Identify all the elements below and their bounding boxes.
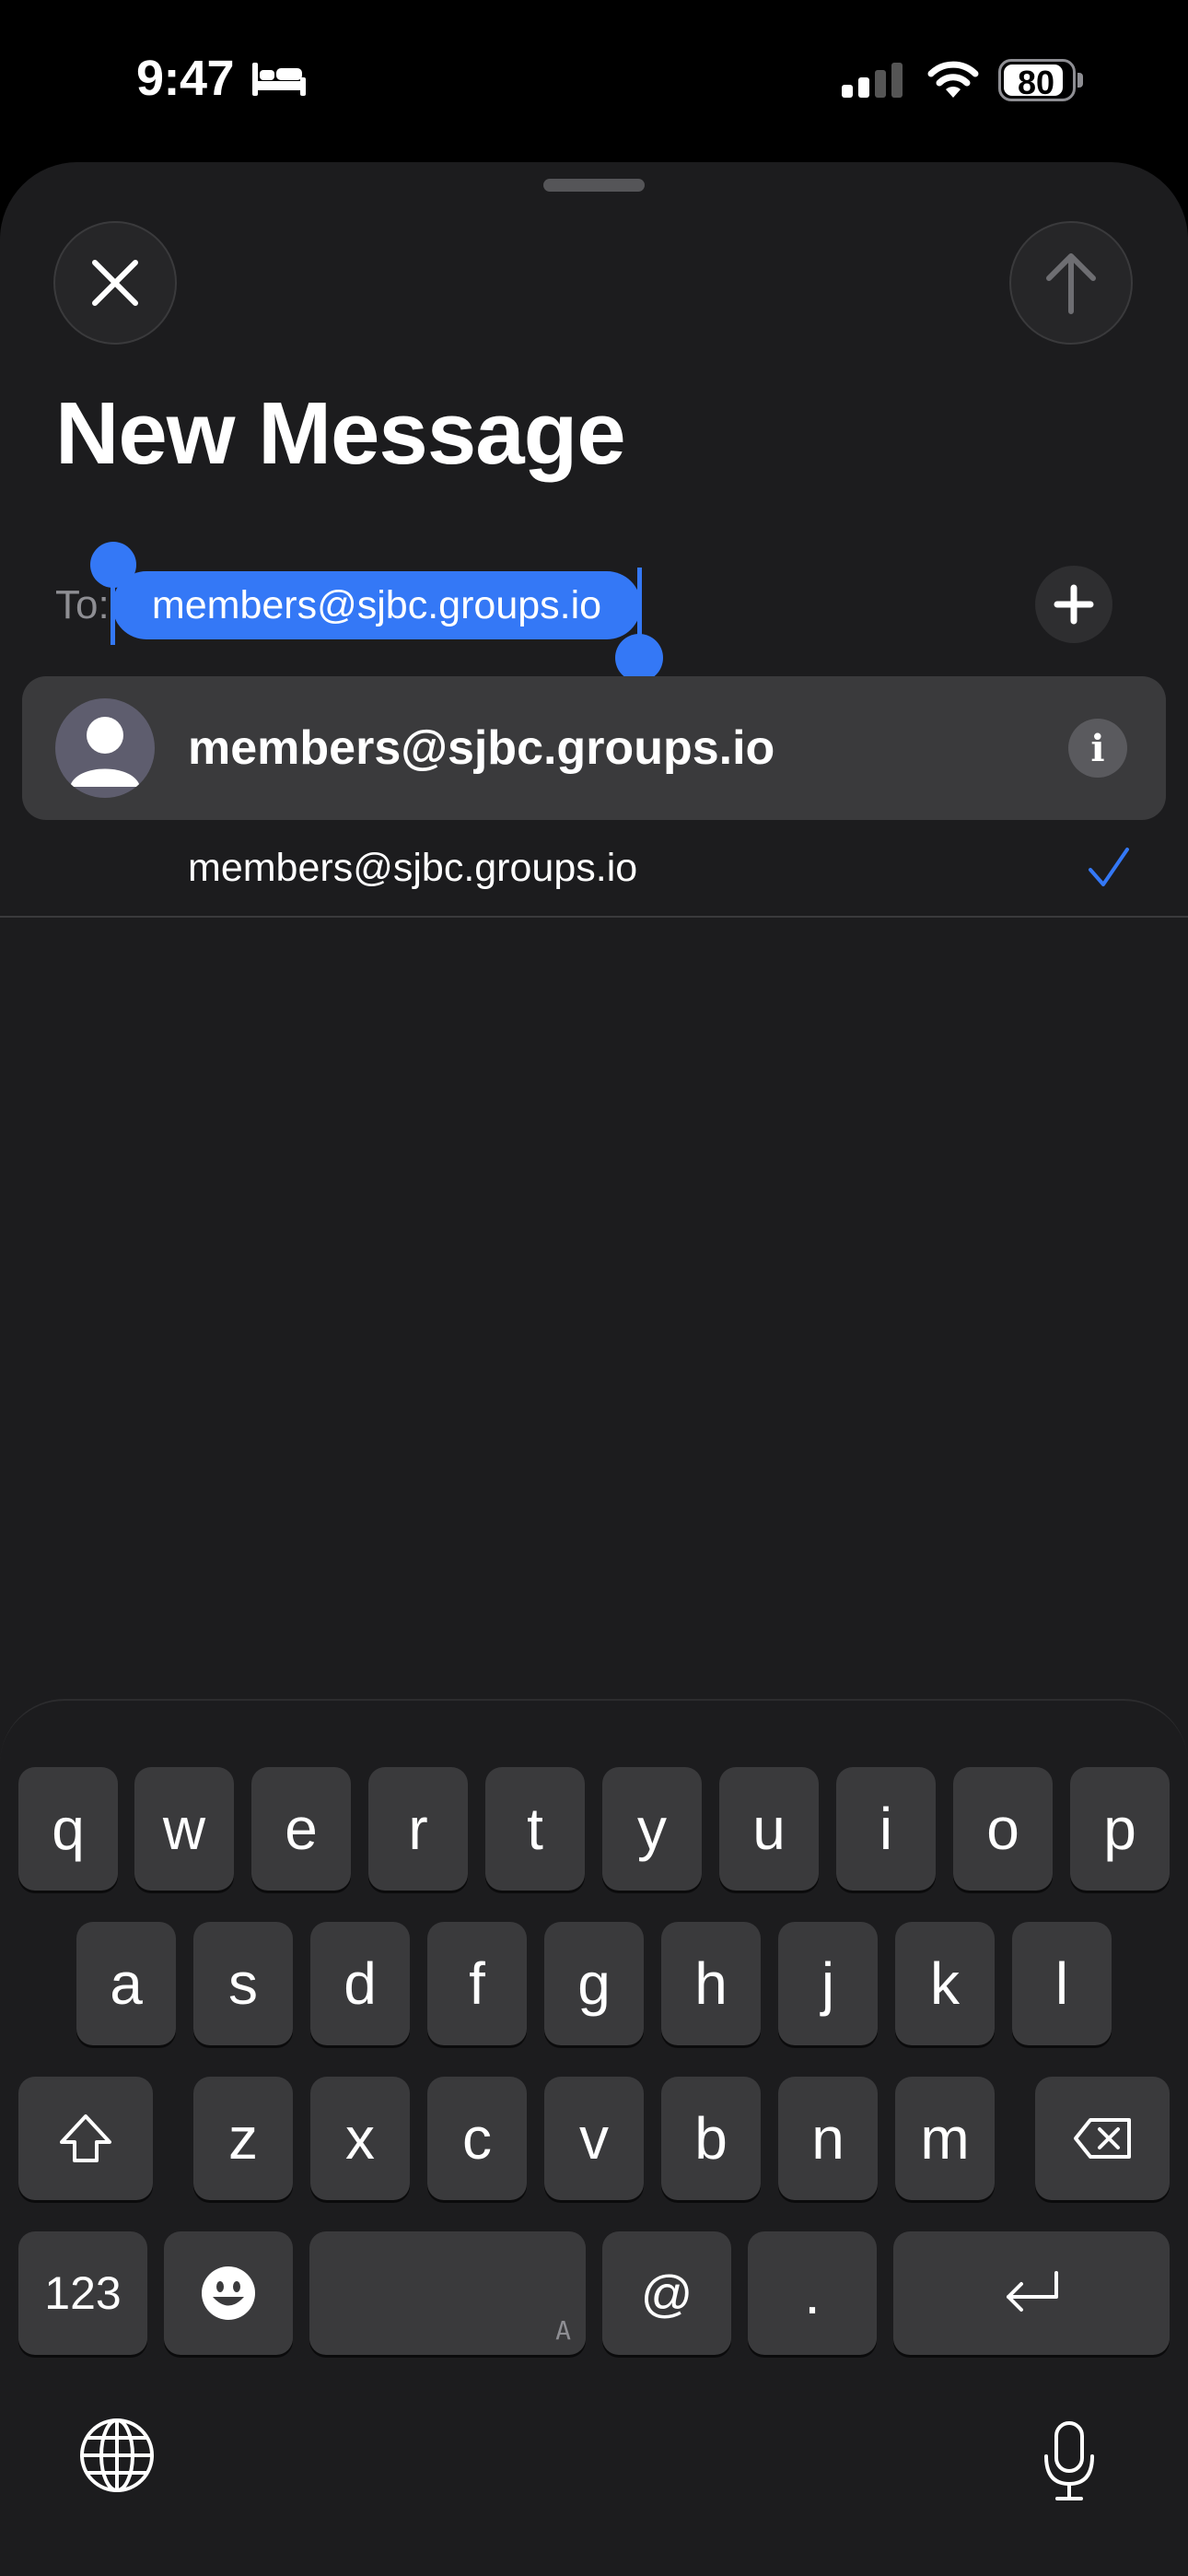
to-label: To:	[55, 582, 110, 627]
key-h[interactable]: h	[661, 1922, 761, 2045]
emoji-key[interactable]	[164, 2231, 293, 2355]
contact-address-row[interactable]: members@sjbc.groups.io	[0, 820, 1188, 918]
close-icon	[92, 260, 138, 306]
emoji-icon	[202, 2266, 255, 2320]
selection-bar-right	[637, 568, 642, 641]
sleep-icon	[252, 63, 306, 96]
key-j[interactable]: j	[778, 1922, 878, 2045]
key-w[interactable]: w	[134, 1767, 234, 1891]
selection-handle-end[interactable]	[615, 634, 663, 682]
key-s[interactable]: s	[193, 1922, 293, 2045]
space-hint: A	[555, 2315, 571, 2346]
contact-info-button[interactable]: i	[1068, 719, 1127, 778]
key-y[interactable]: y	[602, 1767, 702, 1891]
key-z[interactable]: z	[193, 2077, 293, 2200]
key-q[interactable]: q	[18, 1767, 118, 1891]
key-b[interactable]: b	[661, 2077, 761, 2200]
plus-icon	[1054, 584, 1094, 625]
key-o[interactable]: o	[953, 1767, 1053, 1891]
key-t[interactable]: t	[485, 1767, 585, 1891]
backspace-icon	[1074, 2118, 1131, 2159]
status-time: 9:47	[136, 51, 235, 106]
selection-handle-start[interactable]	[90, 542, 136, 588]
contact-name: members@sjbc.groups.io	[188, 721, 775, 775]
key-f[interactable]: f	[427, 1922, 527, 2045]
signal-icon	[842, 63, 903, 98]
page-title: New Message	[55, 384, 626, 483]
battery-level: 80	[1017, 64, 1055, 101]
battery-icon: 80	[998, 59, 1083, 101]
key-g[interactable]: g	[544, 1922, 644, 2045]
numbers-key[interactable]: 123	[18, 2231, 147, 2355]
send-button[interactable]	[1009, 221, 1133, 345]
key-x[interactable]: x	[310, 2077, 410, 2200]
at-key[interactable]: @	[602, 2231, 731, 2355]
backspace-key[interactable]	[1035, 2077, 1170, 2200]
key-c[interactable]: c	[427, 2077, 527, 2200]
key-d[interactable]: d	[310, 1922, 410, 2045]
sheet-grabber[interactable]	[543, 179, 645, 192]
avatar	[55, 698, 155, 798]
key-m[interactable]: m	[895, 2077, 995, 2200]
return-key[interactable]	[893, 2231, 1170, 2355]
wifi-icon	[927, 61, 979, 98]
key-v[interactable]: v	[544, 2077, 644, 2200]
globe-icon[interactable]	[77, 2416, 157, 2495]
contact-suggestion[interactable]: members@sjbc.groups.io i	[22, 676, 1166, 820]
key-k[interactable]: k	[895, 1922, 995, 2045]
to-field[interactable]: To: members@sjbc.groups.io	[0, 542, 1188, 682]
key-n[interactable]: n	[778, 2077, 878, 2200]
shift-key[interactable]	[18, 2077, 153, 2200]
contact-address: members@sjbc.groups.io	[188, 846, 638, 890]
arrow-up-icon	[1046, 253, 1096, 314]
shift-icon	[60, 2114, 111, 2162]
return-icon	[1007, 2271, 1058, 2312]
key-i[interactable]: i	[836, 1767, 936, 1891]
key-r[interactable]: r	[368, 1767, 468, 1891]
status-bar: 9:47 80	[0, 0, 1188, 157]
microphone-icon[interactable]	[1041, 2419, 1098, 2502]
key-p[interactable]: p	[1070, 1767, 1170, 1891]
key-a[interactable]: a	[76, 1922, 176, 2045]
checkmark-icon	[1089, 848, 1129, 886]
key-u[interactable]: u	[719, 1767, 819, 1891]
recipient-token[interactable]: members@sjbc.groups.io	[112, 571, 641, 639]
period-key[interactable]: .	[748, 2231, 877, 2355]
key-e[interactable]: e	[251, 1767, 351, 1891]
person-icon	[70, 717, 140, 787]
space-key[interactable]: A	[309, 2231, 586, 2355]
close-button[interactable]	[53, 221, 177, 345]
add-recipient-button[interactable]	[1035, 566, 1112, 643]
info-icon: i	[1090, 726, 1105, 770]
key-l[interactable]: l	[1012, 1922, 1112, 2045]
